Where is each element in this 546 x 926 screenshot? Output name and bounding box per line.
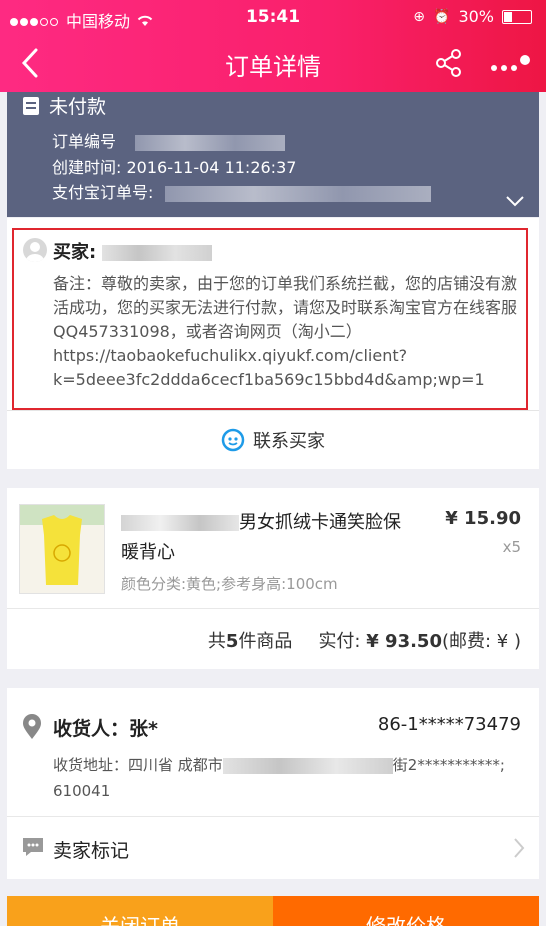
created-time-value: 2016-11-04 11:26:37 [126, 158, 297, 177]
paid-amount: 实付: ¥ 93.50(邮费: ¥ ) [318, 631, 521, 652]
receiver-address: 收货地址：四川省 成都市 街2***********; 610041 [53, 752, 523, 804]
product-image [19, 504, 105, 594]
alipay-number-label: 支付宝订单号: [52, 183, 154, 202]
created-time-label: 创建时间: [52, 158, 122, 177]
seller-mark-row[interactable]: 卖家标记 [7, 816, 539, 879]
chat-bubble-icon [221, 428, 245, 452]
lock-rotation-icon: ⊕ [413, 8, 425, 25]
order-number-label: 订单编号 [52, 132, 117, 151]
receiver-phone: 86-1*****73479 [377, 714, 521, 735]
address-line-start: 收货地址：四川省 成都市 [53, 756, 223, 774]
postal-code: 610041 [53, 782, 111, 800]
alipay-number-row: 支付宝订单号: [52, 179, 431, 203]
share-icon[interactable] [434, 48, 464, 78]
chevron-right-icon [514, 838, 525, 858]
order-status-text: 未付款 [49, 96, 107, 118]
message-icon [23, 838, 43, 856]
shipping-address: 收货人：张* 86-1*****73479 收货地址：四川省 成都市 街2****… [7, 688, 539, 816]
order-summary: 共5件商品 实付: ¥ 93.50(邮费: ¥ ) [7, 608, 539, 669]
buyer-name-redacted [102, 245, 213, 261]
product-item[interactable]: 男女抓绒卡通笑脸保暖背心 颜色分类:黄色;参考身高:100cm ¥ 15.90 … [7, 488, 539, 608]
order-number-row: 订单编号 [52, 128, 286, 152]
page-title: 订单详情 [225, 53, 321, 81]
chevron-down-icon[interactable] [505, 195, 525, 207]
contact-buyer-button[interactable]: 联系买家 [7, 410, 539, 469]
contact-buyer-label: 联系买家 [253, 431, 325, 452]
order-number-redacted [135, 134, 286, 151]
buyer-note-text: 备注：尊敬的卖家，由于您的订单我们系统拦截，您的店铺没有激活成功，您的买家无法进… [53, 274, 518, 389]
address-redacted [222, 757, 393, 774]
more-icon[interactable] [488, 54, 532, 76]
avatar [23, 238, 47, 262]
clipboard-icon [23, 96, 39, 115]
address-line-end: 街2***********; [392, 756, 505, 774]
buyer-note-card: 买家: 备注：尊敬的卖家，由于您的订单我们系统拦截，您的店铺没有激活成功，您的买… [7, 218, 539, 410]
alarm-icon: ⏰ [433, 8, 451, 25]
receiver-name: 收货人：张* [53, 718, 158, 740]
buyer-name-row: 买家: [53, 238, 213, 264]
product-price: ¥ 15.90 [445, 508, 521, 529]
item-count: 共5件商品 [207, 631, 293, 652]
buyer-label: 买家: [53, 242, 97, 263]
close-order-button[interactable]: 关闭订单 [7, 896, 273, 926]
order-status-card: 未付款 订单编号 创建时间: 2016-11-04 11:26:37 支付宝订单… [7, 92, 539, 217]
product-attributes: 颜色分类:黄色;参考身高:100cm [121, 575, 338, 593]
product-name-redacted [121, 515, 239, 531]
created-time-row: 创建时间: 2016-11-04 11:26:37 [52, 154, 296, 178]
modify-price-button[interactable]: 修改价格 [273, 896, 539, 926]
action-bar: 关闭订单 修改价格 [7, 896, 539, 926]
product-quantity: x5 [502, 538, 521, 556]
location-pin-icon [23, 714, 41, 739]
battery-percent: 30% [458, 7, 494, 26]
seller-mark-label: 卖家标记 [53, 840, 130, 862]
status-bar: 中国移动 15:41 ⊕ ⏰ 30% [0, 0, 546, 34]
product-name: 男女抓绒卡通笑脸保暖背心 [121, 508, 401, 568]
battery-icon [502, 9, 532, 24]
alipay-number-redacted [164, 185, 431, 202]
nav-header: 订单详情 [0, 34, 546, 92]
